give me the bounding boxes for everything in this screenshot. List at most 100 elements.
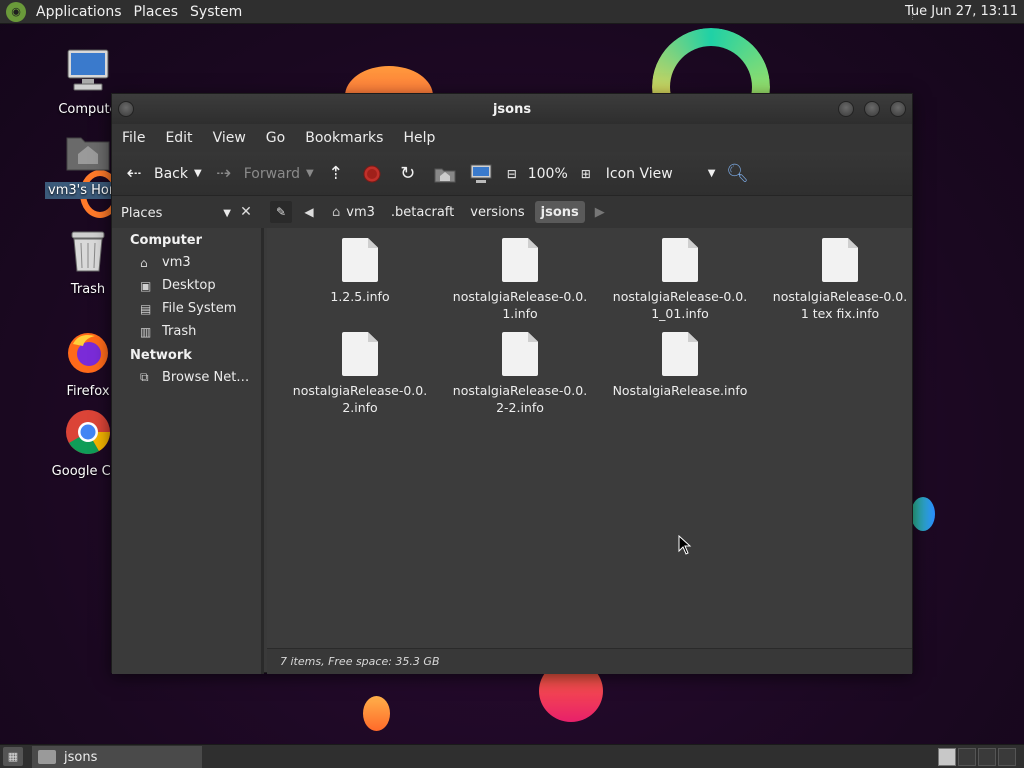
file-item[interactable]: nostalgiaRelease-0.0. 1_01.info — [605, 238, 755, 322]
places-menu[interactable]: Places — [128, 4, 185, 20]
reload-icon[interactable]: ↻ — [396, 162, 420, 186]
show-desktop-button[interactable]: ▦ — [3, 747, 23, 766]
file-item[interactable]: nostalgiaRelease-0.0. 1 tex fix.info — [765, 238, 915, 322]
file-name: nostalgiaRelease-0.0. — [772, 289, 908, 304]
home-icon: ⌂ — [332, 204, 341, 220]
sidebar-type-select[interactable]: Places ▼ — [117, 202, 233, 224]
sidebar-item-label: Desktop — [162, 278, 216, 293]
window-menu-button[interactable] — [118, 101, 134, 117]
zoom-in-icon[interactable]: ⊞ — [574, 162, 598, 186]
forward-label: Forward — [243, 165, 301, 182]
zoom-out-icon[interactable]: ⊟ — [500, 162, 524, 186]
back-button[interactable]: ⇠ Back — [122, 158, 188, 190]
back-history-dropdown[interactable]: ▼ — [194, 158, 202, 190]
text-file-icon — [662, 238, 698, 282]
maximize-button[interactable] — [864, 101, 880, 117]
clock[interactable]: Tue Jun 27, 13:11 — [905, 4, 1018, 19]
workspace-switcher-1[interactable] — [938, 748, 956, 766]
drive-icon: ▤ — [140, 301, 152, 316]
workspace-switcher-2[interactable] — [958, 748, 976, 766]
zoom-level: 100% — [527, 165, 568, 182]
stop-button[interactable] — [362, 158, 382, 190]
menu-help[interactable]: Help — [397, 130, 441, 146]
breadcrumb: ✎ ◀ ⌂ vm3 .betacraft versions jsons ▶ — [270, 200, 615, 224]
sidebar-item-desktop[interactable]: ▣ Desktop — [112, 274, 261, 297]
file-name-continued: 2.info — [342, 400, 378, 415]
file-name: nostalgiaRelease-0.0. — [292, 383, 428, 398]
window-titlebar[interactable]: jsons — [112, 94, 912, 124]
up-icon[interactable]: ⇡ — [324, 162, 348, 186]
menubar: File Edit View Go Bookmarks Help — [112, 124, 912, 152]
forward-history-dropdown[interactable]: ▼ — [306, 158, 314, 190]
file-item[interactable]: 1.2.5.info — [285, 238, 435, 305]
window-title: jsons — [492, 101, 532, 117]
sidebar-item-label: Browse Net… — [162, 370, 250, 385]
home-folder-icon — [66, 137, 110, 171]
breadcrumb-jsons[interactable]: jsons — [534, 201, 585, 223]
places-sidebar: Computer ⌂ vm3 ▣ Desktop ▤ File System ▥… — [112, 228, 264, 674]
network-icon: ⧉ — [140, 370, 149, 384]
taskbar-window-label: jsons — [64, 749, 98, 765]
breadcrumb-betacraft[interactable]: .betacraft — [385, 201, 460, 223]
text-file-icon — [502, 238, 538, 282]
top-panel: ◉ Applications Places System Tue Jun 27,… — [0, 0, 1024, 24]
minimize-button[interactable] — [838, 101, 854, 117]
close-button[interactable] — [890, 101, 906, 117]
menu-view[interactable]: View — [207, 130, 252, 146]
menu-go[interactable]: Go — [260, 130, 291, 146]
sidebar-item-vm3[interactable]: ⌂ vm3 — [112, 251, 261, 274]
sidebar-item-browse-network[interactable]: ⧉ Browse Net… — [112, 366, 261, 389]
breadcrumb-left-arrow-icon[interactable]: ◀ — [298, 201, 320, 223]
sidebar-item-file-system[interactable]: ▤ File System — [112, 297, 261, 320]
distro-logo-icon[interactable]: ◉ — [6, 1, 26, 22]
taskbar-window-jsons[interactable]: jsons — [32, 746, 202, 768]
file-item[interactable]: nostalgiaRelease-0.0. 1.info — [445, 238, 595, 322]
home-icon — [434, 168, 456, 182]
bottom-panel: ▦ jsons — [0, 744, 1024, 768]
file-item[interactable]: NostalgiaRelease.info — [605, 332, 755, 399]
view-mode-select[interactable]: Icon View — [606, 158, 702, 190]
menu-edit[interactable]: Edit — [159, 130, 198, 146]
applications-menu[interactable]: Applications — [30, 4, 128, 20]
forward-button[interactable]: ⇢ Forward — [212, 158, 300, 190]
text-file-icon — [342, 332, 378, 376]
workspace-switcher-3[interactable] — [978, 748, 996, 766]
file-name: 1.2.5.info — [330, 289, 390, 304]
file-item[interactable]: nostalgiaRelease-0.0. 2.info — [285, 332, 435, 416]
workspace-switcher-4[interactable] — [998, 748, 1016, 766]
home-button[interactable] — [434, 158, 456, 190]
file-name-continued: 1 tex fix.info — [800, 306, 880, 321]
file-name-continued: 2-2.info — [496, 400, 544, 415]
breadcrumb-vm3[interactable]: ⌂ vm3 — [326, 201, 381, 223]
trash-icon: ▥ — [140, 324, 152, 339]
sidebar-heading-network: Network — [130, 348, 192, 363]
sidebar-item-label: File System — [162, 301, 237, 316]
menu-bookmarks[interactable]: Bookmarks — [299, 130, 389, 146]
mouse-cursor-icon — [678, 535, 692, 555]
file-manager-window: jsons File Edit View Go Bookmarks Help ⇠… — [111, 93, 913, 674]
text-file-icon — [662, 332, 698, 376]
folder-icon — [38, 750, 56, 764]
text-file-icon — [342, 238, 378, 282]
file-name: NostalgiaRelease.info — [612, 383, 748, 398]
wallpaper-shape — [363, 696, 390, 731]
search-icon[interactable]: 🔍︎ — [725, 162, 749, 186]
system-menu[interactable]: System — [184, 4, 248, 20]
chevron-down-icon[interactable]: ▼ — [708, 158, 716, 190]
file-item[interactable]: nostalgiaRelease-0.0. 2-2.info — [445, 332, 595, 416]
back-arrow-icon: ⇠ — [126, 163, 142, 184]
breadcrumb-versions[interactable]: versions — [464, 201, 530, 223]
forward-arrow-icon: ⇢ — [216, 163, 232, 184]
desktop-icon: ▦ — [7, 750, 19, 763]
computer-button[interactable] — [470, 158, 492, 190]
edit-location-icon[interactable]: ✎ — [270, 201, 292, 223]
wallpaper-shape — [911, 497, 935, 531]
file-view[interactable]: 1.2.5.info nostalgiaRelease-0.0. 1.info nos… — [267, 228, 912, 648]
chrome-icon — [66, 410, 110, 454]
file-name-continued: 1.info — [502, 306, 538, 321]
close-sidebar-icon[interactable]: ✕ — [235, 201, 257, 223]
breadcrumb-right-arrow-icon[interactable]: ▶ — [589, 201, 611, 223]
menu-file[interactable]: File — [116, 130, 151, 146]
sidebar-item-trash[interactable]: ▥ Trash — [112, 320, 261, 343]
file-name-continued: 1_01.info — [651, 306, 709, 321]
